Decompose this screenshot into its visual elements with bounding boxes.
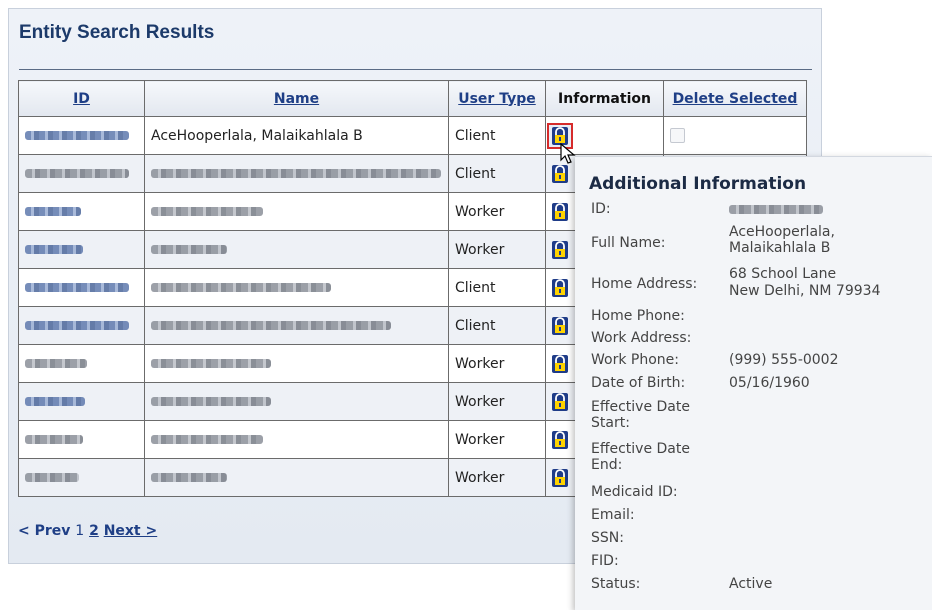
- pagination: < Prev 1 2 Next >: [18, 523, 157, 539]
- lock-icon[interactable]: [552, 240, 568, 259]
- field-value-full-name-line1: AceHooperlala,: [729, 224, 835, 240]
- field-label-full-name: Full Name:: [591, 235, 666, 251]
- redacted-id[interactable]: [25, 321, 129, 330]
- field-label-effective-start: Effective Date: [591, 399, 690, 415]
- lock-icon[interactable]: [552, 316, 568, 335]
- delete-selected-link[interactable]: Delete Selected: [663, 80, 807, 117]
- redacted-id[interactable]: [25, 283, 129, 292]
- redacted-value: [729, 205, 823, 214]
- field-value-work-phone: (999) 555-0002: [729, 352, 839, 368]
- title-divider: [19, 69, 812, 70]
- redacted-name: [151, 169, 441, 178]
- column-header-name[interactable]: Name: [144, 80, 449, 117]
- redacted-id[interactable]: [25, 359, 87, 368]
- redacted-id[interactable]: [25, 473, 79, 482]
- lock-icon[interactable]: [552, 278, 568, 297]
- field-label-status: Status:: [591, 576, 641, 592]
- field-label-work-phone: Work Phone:: [591, 352, 679, 368]
- lock-icon[interactable]: [552, 202, 568, 221]
- field-label-effective-end-2: End:: [591, 457, 623, 473]
- field-value-dob: 05/16/1960: [729, 375, 810, 391]
- table-row: AceHooperlala, Malaikahlala B Client: [18, 116, 807, 155]
- redacted-name: [151, 283, 331, 292]
- redacted-name: [151, 207, 263, 216]
- field-value-home-address-line2: New Delhi, NM 79934: [729, 283, 881, 299]
- field-label-effective-start-2: Start:: [591, 415, 630, 431]
- field-label-home-phone: Home Phone:: [591, 308, 685, 324]
- table-header-row: ID Name User Type Information Delete Sel…: [18, 80, 807, 117]
- redacted-name: [151, 435, 263, 444]
- redacted-id[interactable]: [25, 435, 83, 444]
- field-label-effective-end: Effective Date: [591, 441, 690, 457]
- redacted-name: [151, 245, 227, 254]
- additional-info-tooltip: Additional Information ID: Full Name: Ac…: [575, 156, 932, 610]
- redacted-id[interactable]: [25, 207, 81, 216]
- field-label-email: Email:: [591, 507, 635, 523]
- redacted-id[interactable]: [25, 397, 85, 406]
- field-label-home-address: Home Address:: [591, 276, 698, 292]
- column-header-information: Information: [545, 80, 664, 117]
- lock-icon[interactable]: [552, 430, 568, 449]
- field-label-fid: FID:: [591, 553, 619, 569]
- pointer-cursor-icon: [560, 143, 576, 164]
- delete-cell: [663, 116, 807, 155]
- field-label-dob: Date of Birth:: [591, 375, 686, 391]
- field-label-ssn: SSN:: [591, 530, 624, 546]
- redacted-name: [151, 321, 391, 330]
- field-value-status: Active: [729, 576, 773, 592]
- page-2-link[interactable]: 2: [89, 523, 99, 539]
- redacted-id[interactable]: [25, 169, 129, 178]
- lock-icon[interactable]: [552, 164, 568, 183]
- redacted-id[interactable]: [25, 131, 129, 140]
- redacted-name: [151, 359, 271, 368]
- field-value-full-name-line2: Malaikahlala B: [729, 240, 831, 256]
- page-title: Entity Search Results: [19, 22, 215, 43]
- redacted-id[interactable]: [25, 245, 83, 254]
- field-label-work-address: Work Address:: [591, 330, 692, 346]
- redacted-name: [151, 397, 271, 406]
- next-page-link[interactable]: Next >: [104, 523, 158, 539]
- lock-icon: [552, 126, 568, 145]
- column-header-user-type[interactable]: User Type: [448, 80, 546, 117]
- lock-icon[interactable]: [552, 468, 568, 487]
- name-cell: AceHooperlala, Malaikahlala B: [144, 116, 449, 155]
- current-page: 1: [75, 523, 85, 539]
- column-header-id[interactable]: ID: [18, 80, 145, 117]
- field-value-home-address-line1: 68 School Lane: [729, 266, 837, 282]
- prev-page-link[interactable]: < Prev: [18, 523, 70, 539]
- field-label-id: ID:: [591, 201, 611, 217]
- delete-checkbox[interactable]: [670, 128, 685, 143]
- lock-icon[interactable]: [552, 392, 568, 411]
- lock-icon[interactable]: [552, 354, 568, 373]
- redacted-name: [151, 473, 227, 482]
- field-label-medicaid-id: Medicaid ID:: [591, 484, 678, 500]
- user-type-cell: Client: [448, 116, 546, 155]
- id-cell: [18, 116, 145, 155]
- tooltip-title: Additional Information: [589, 174, 807, 194]
